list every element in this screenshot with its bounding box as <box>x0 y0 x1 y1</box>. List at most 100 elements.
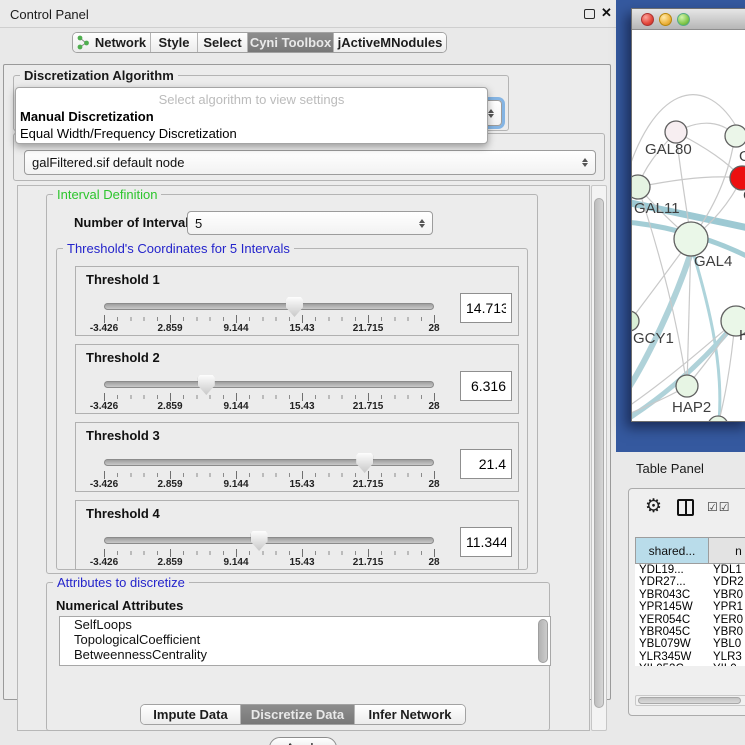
dropdown-option-manual[interactable]: Manual Discretization <box>20 109 154 124</box>
tab-infer-network[interactable]: Infer Network <box>355 705 465 724</box>
tick-label: 9.144 <box>223 401 248 412</box>
threshold-value-input[interactable] <box>460 527 512 557</box>
tick-label: 9.144 <box>223 479 248 490</box>
table-body: YDL19...YDL1 YDR27...YDR2 YBR043CYBR0 YP… <box>635 564 745 666</box>
float-window-icon[interactable] <box>584 9 595 19</box>
tab-label: Impute Data <box>153 707 227 722</box>
cell: YER0 <box>709 614 743 626</box>
list-item[interactable]: BetweennessCentrality <box>60 647 550 662</box>
node-gal80[interactable] <box>665 121 687 143</box>
gear-icon[interactable]: ⚙ <box>645 497 662 516</box>
table-row[interactable]: YIL052CYIL0 <box>635 663 745 666</box>
slider-track[interactable] <box>104 537 434 544</box>
apply-button[interactable]: Apply <box>269 737 337 745</box>
threshold-value-input[interactable] <box>460 293 512 323</box>
tab-label: Network <box>95 35 146 50</box>
close-icon[interactable]: ✕ <box>601 5 612 21</box>
slider-thumb[interactable] <box>251 531 268 551</box>
table-data-combobox[interactable]: galFiltered.sif default node <box>24 150 596 175</box>
network-graph: GAL80 GA C GAL11 GAL4 GCY1 H HAP2 <box>632 30 745 421</box>
network-icon <box>77 35 90 50</box>
cell: YBR045C <box>635 626 709 638</box>
table-row[interactable]: YER054CYER0 <box>635 614 745 626</box>
tab-style[interactable]: Style <box>151 33 198 52</box>
table-row[interactable]: YPR145WYPR1 <box>635 601 745 613</box>
tick-label: 15.43 <box>289 323 314 334</box>
table-row[interactable]: YBR043CYBR0 <box>635 589 745 601</box>
numerical-attributes-label: Numerical Attributes <box>56 598 183 613</box>
split-columns-icon[interactable] <box>677 499 694 516</box>
tick-label: 21.715 <box>353 401 384 412</box>
attributes-listbox: SelfLoops TopologicalCoefficient Between… <box>59 616 551 666</box>
cell: YDR2 <box>709 576 744 588</box>
combo-stepper-icon <box>488 109 494 118</box>
control-panel-titlebar: Control Panel ✕ <box>0 0 616 28</box>
table-panel-frame: ⚙ ☑☑ shared... n YDL19...YDL1 YDR27...YD… <box>628 488 745 716</box>
threshold-2-panel: Threshold 2 -3.426 2.859 9.144 15.43 21.… <box>75 344 519 414</box>
table-row[interactable]: YLR345WYLR3 <box>635 651 745 663</box>
scrollbar-thumb[interactable] <box>638 697 741 704</box>
slider-track[interactable] <box>104 381 434 388</box>
table-horizontal-scrollbar <box>635 695 745 706</box>
node-hap2[interactable] <box>676 375 698 397</box>
cell: YDL19... <box>635 564 709 576</box>
threshold-value-input[interactable] <box>460 449 512 479</box>
select-columns-checkboxes-icon[interactable]: ☑☑ <box>707 500 731 514</box>
tick-label: -3.426 <box>90 323 118 334</box>
table-row[interactable]: YBL079WYBL0 <box>635 638 745 650</box>
column-header-name[interactable]: n <box>709 537 745 564</box>
tick-label: -3.426 <box>90 401 118 412</box>
slider-thumb[interactable] <box>356 453 373 473</box>
cell: YDR27... <box>635 576 709 588</box>
cell: YLR3 <box>709 651 742 663</box>
node-label: HAP2 <box>672 399 711 416</box>
tab-select[interactable]: Select <box>198 33 248 52</box>
dropdown-option-equal-width[interactable]: Equal Width/Frequency Discretization <box>20 126 237 141</box>
slider-thumb[interactable] <box>286 297 303 317</box>
tab-label: Style <box>158 35 189 50</box>
combo-stepper-icon <box>419 219 425 228</box>
tick-label: 2.859 <box>157 401 182 412</box>
column-header-shared-name[interactable]: shared... <box>635 537 709 564</box>
cell: YBR043C <box>635 589 709 601</box>
node-partial-top-right[interactable] <box>725 125 745 147</box>
table-header-row: shared... n <box>635 537 745 564</box>
tab-cyni-toolbox[interactable]: Cyni Toolbox <box>248 33 334 52</box>
table-data-value: galFiltered.sif default node <box>32 155 184 170</box>
network-canvas[interactable]: GAL80 GA C GAL11 GAL4 GCY1 H HAP2 <box>632 30 745 421</box>
slider-track[interactable] <box>104 459 434 466</box>
table-row[interactable]: YBR045CYBR0 <box>635 626 745 638</box>
close-traffic-light-icon[interactable] <box>641 13 654 26</box>
zoom-traffic-light-icon[interactable] <box>677 13 690 26</box>
tick-label: 15.43 <box>289 479 314 490</box>
node-partial-bottom[interactable] <box>708 416 728 421</box>
tab-jactivemnodules[interactable]: jActiveMNodules <box>334 33 446 52</box>
slider-thumb[interactable] <box>198 375 215 395</box>
tab-discretize-data[interactable]: Discretize Data <box>241 705 355 724</box>
tab-network[interactable]: Network <box>73 33 151 52</box>
node-gcy1[interactable] <box>632 311 639 331</box>
algorithm-group-label: Discretization Algorithm <box>20 68 178 83</box>
slider-ticks <box>104 393 435 401</box>
combo-stepper-icon <box>582 158 588 167</box>
table-row[interactable]: YDL19...YDL1 <box>635 564 745 576</box>
cell: YBL0 <box>709 638 741 650</box>
node-label: GAL4 <box>694 253 732 270</box>
num-intervals-combobox[interactable]: 5 <box>187 211 433 235</box>
minimize-traffic-light-icon[interactable] <box>659 13 672 26</box>
list-item[interactable]: SelfLoops <box>60 617 550 632</box>
tab-impute-data[interactable]: Impute Data <box>141 705 241 724</box>
table-row[interactable]: YDR27...YDR2 <box>635 576 745 588</box>
scrollbar-thumb[interactable] <box>594 198 604 708</box>
node-gal4[interactable] <box>674 222 708 256</box>
slider-track[interactable] <box>104 303 434 310</box>
list-scrollbar[interactable] <box>538 619 548 663</box>
threshold-value-input[interactable] <box>460 371 512 401</box>
table-panel-title: Table Panel <box>636 461 704 476</box>
node-gal11[interactable] <box>632 175 650 199</box>
cell: YPR1 <box>709 601 743 613</box>
edge-highlight <box>691 245 720 421</box>
tick-label: 28 <box>428 479 439 490</box>
threshold-3-panel: Threshold 3 -3.426 2.859 9.144 15.43 21.… <box>75 422 519 492</box>
list-item[interactable]: TopologicalCoefficient <box>60 632 550 647</box>
